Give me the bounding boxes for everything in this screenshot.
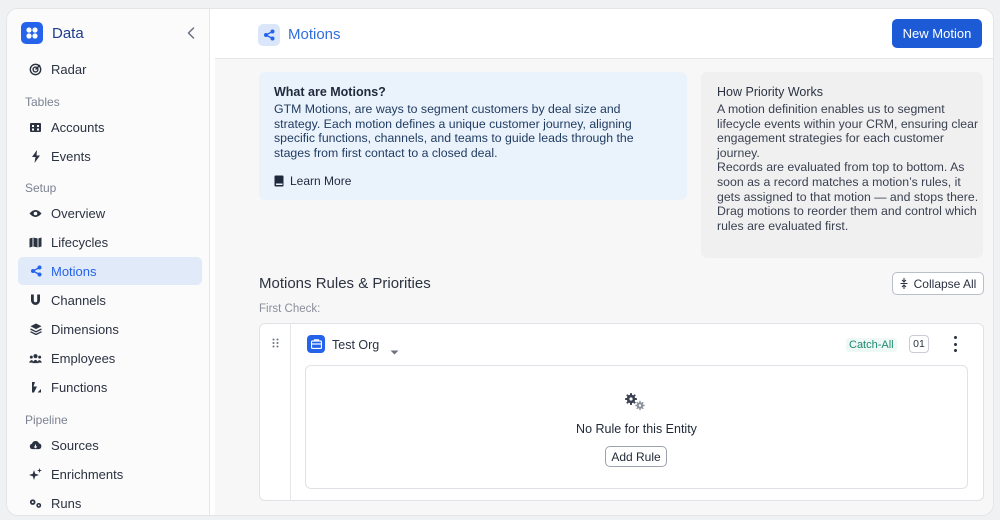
magnet-icon	[29, 294, 42, 307]
sparkle-icon	[29, 467, 42, 481]
sidebar-item-employees[interactable]: Employees	[18, 344, 202, 372]
app-name: Data	[52, 24, 84, 42]
sidebar-item-overview[interactable]: Overview	[18, 199, 202, 227]
sidebar-item-label: Events	[51, 148, 91, 164]
collapse-sidebar-button[interactable]	[183, 25, 199, 41]
empty-state-text: No Rule for this Entity	[576, 422, 697, 436]
sidebar-item-label: Employees	[51, 350, 116, 366]
layers-icon	[29, 323, 42, 336]
caret-down-icon[interactable]	[390, 342, 399, 360]
sidebar-item-label: Sources	[51, 437, 99, 453]
order-badge: 01	[909, 335, 929, 353]
sidebar: Data Radar Tables Accounts Events Setup …	[7, 9, 210, 515]
section-label-pipeline: Pipeline	[25, 413, 68, 427]
chevron-left-icon	[187, 27, 195, 39]
sidebar-item-motions[interactable]: Motions	[18, 257, 202, 285]
sidebar-item-radar[interactable]: Radar	[18, 55, 202, 83]
entity-name[interactable]: Test Org	[332, 338, 379, 352]
sidebar-item-runs[interactable]: Runs	[18, 489, 202, 515]
priority-card: How Priority Works A motion definition e…	[701, 72, 983, 258]
collapse-vertical-icon	[900, 278, 908, 289]
app-window: Data Radar Tables Accounts Events Setup …	[6, 8, 994, 516]
sidebar-item-accounts[interactable]: Accounts	[18, 113, 202, 141]
sidebar-item-channels[interactable]: Channels	[18, 286, 202, 314]
empty-rules-box: No Rule for this Entity Add Rule	[305, 365, 968, 489]
sidebar-item-label: Accounts	[51, 119, 105, 135]
sidebar-item-label: Dimensions	[51, 321, 119, 337]
sidebar-item-sources[interactable]: Sources	[18, 431, 202, 459]
collapse-all-label: Collapse All	[913, 276, 977, 291]
priority-card-title: How Priority Works	[717, 85, 824, 99]
sidebar-item-label: Enrichments	[51, 466, 124, 482]
sidebar-item-lifecycles[interactable]: Lifecycles	[18, 228, 202, 256]
more-options-icon[interactable]	[950, 336, 960, 352]
page-title: Motions	[288, 26, 341, 43]
catch-all-badge: Catch-All	[846, 338, 897, 352]
sidebar-item-label: Motions	[51, 263, 97, 279]
book-icon	[274, 175, 284, 187]
main-content: Motions New Motion What are Motions? GTM…	[215, 9, 993, 515]
learn-more-link[interactable]: Learn More	[274, 174, 351, 188]
cogs-icon	[623, 392, 647, 417]
what-are-motions-card: What are Motions? GTM Motions, are ways …	[259, 72, 687, 200]
function-icon	[29, 381, 42, 394]
collapse-all-button[interactable]: Collapse All	[892, 272, 984, 295]
info-card-body: GTM Motions, are ways to segment custome…	[274, 102, 634, 160]
entity-icon	[307, 335, 325, 353]
sidebar-item-enrichments[interactable]: Enrichments	[18, 460, 202, 488]
share-nodes-icon	[258, 24, 280, 46]
section-label-tables: Tables	[25, 95, 60, 109]
map-icon	[29, 236, 42, 249]
section-label-setup: Setup	[25, 181, 57, 195]
share-nodes-icon	[29, 265, 42, 278]
radar-icon	[29, 63, 42, 76]
building-icon	[29, 121, 42, 134]
rules-heading: Motions Rules & Priorities	[259, 275, 431, 292]
sidebar-item-dimensions[interactable]: Dimensions	[18, 315, 202, 343]
sidebar-item-label: Channels	[51, 292, 106, 308]
grip-icon	[272, 338, 278, 348]
page-header: Motions New Motion	[215, 9, 993, 59]
cogs-icon	[29, 497, 42, 510]
sidebar-item-label: Runs	[51, 495, 82, 511]
motion-rule-card: Test Org Catch-All 01 No Rule for this E…	[259, 323, 984, 501]
learn-more-label: Learn More	[290, 174, 352, 188]
brand[interactable]: Data	[21, 22, 84, 44]
eye-icon	[29, 207, 42, 220]
add-rule-button[interactable]: Add Rule	[605, 446, 667, 467]
app-logo-icon	[21, 22, 43, 44]
drag-handle[interactable]	[260, 324, 291, 500]
sidebar-item-functions[interactable]: Functions	[18, 373, 202, 401]
sidebar-item-events[interactable]: Events	[18, 142, 202, 170]
first-check-label: First Check:	[259, 303, 321, 315]
new-motion-button[interactable]: New Motion	[892, 19, 982, 48]
bolt-icon	[29, 149, 42, 163]
sidebar-item-label: Functions	[51, 379, 108, 395]
sidebar-item-label: Overview	[51, 205, 106, 221]
priority-card-body: A motion definition enables us to segmen…	[717, 102, 979, 233]
info-card-title: What are Motions?	[274, 85, 386, 99]
sidebar-item-label: Lifecycles	[51, 234, 109, 250]
sidebar-item-label: Radar	[51, 61, 87, 77]
cloud-icon	[29, 439, 42, 452]
users-icon	[29, 352, 42, 365]
